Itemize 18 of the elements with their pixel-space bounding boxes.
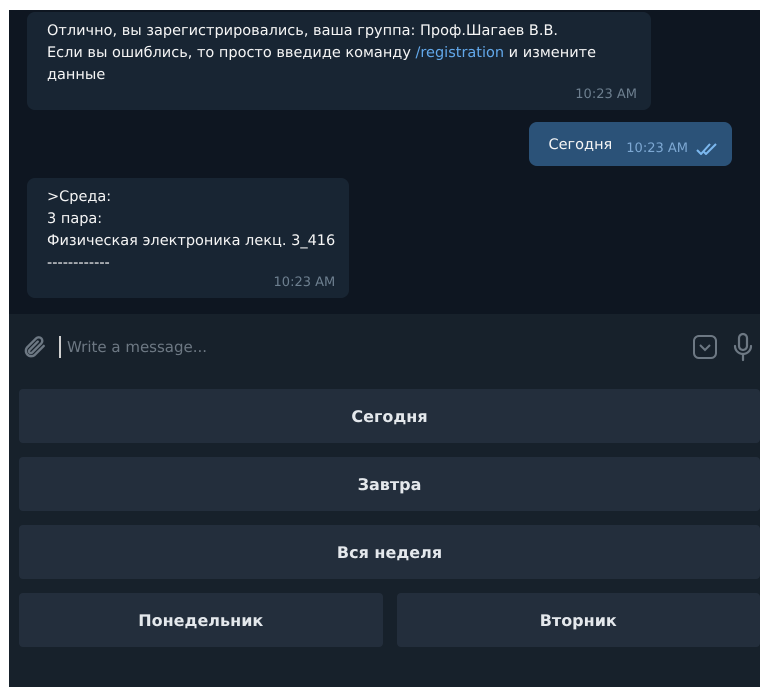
message-text: 3 пара:: [47, 210, 102, 229]
message-time: 10:23 AM: [626, 140, 688, 158]
message-input[interactable]: Write a message...: [59, 336, 680, 358]
keyboard-button[interactable]: Сегодня: [19, 389, 760, 443]
message-text: Отлично, вы зарегистрировались, ваша группа: Проф.Шагаев В.В.: [47, 22, 558, 41]
sticker-icon[interactable]: [692, 334, 718, 360]
keyboard-button[interactable]: Вторник: [396, 593, 760, 647]
keyboard-button[interactable]: Завтра: [19, 457, 760, 511]
keyboard-button[interactable]: Вся неделя: [19, 525, 760, 579]
message-text: Если вы ошиблись, то просто введиде команду /registration и измените данные: [47, 44, 597, 85]
message-text: >Среда:: [47, 188, 112, 207]
message-time: 10:23 AM: [274, 274, 336, 292]
message-time: 10:23 AM: [575, 86, 637, 104]
message-text: Сегодня: [548, 136, 612, 155]
command-link[interactable]: /registration: [416, 45, 504, 61]
keyboard-button[interactable]: Понедельник: [19, 593, 382, 647]
message-text: ------------: [47, 254, 110, 273]
message-text: Физическая электроника лекц. 3_416: [47, 232, 336, 251]
